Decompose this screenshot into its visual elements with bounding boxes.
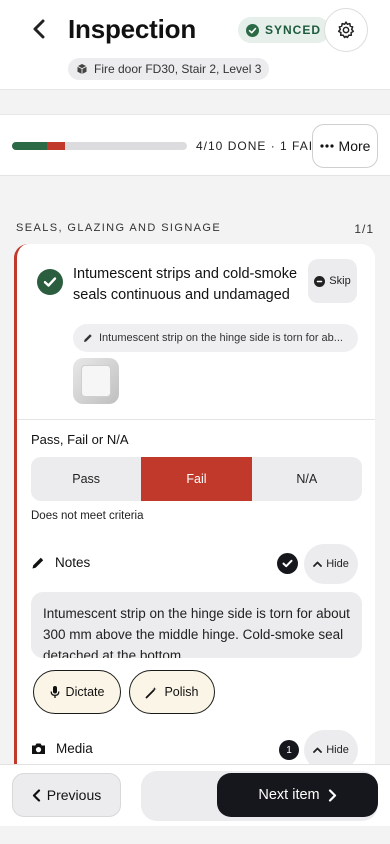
pass-option[interactable]: Pass <box>31 457 141 501</box>
thumbnail-image <box>81 365 111 397</box>
skip-button[interactable]: Skip <box>308 259 357 303</box>
footer-nav: Previous Next item <box>0 764 390 826</box>
dictate-label: Dictate <box>65 685 105 699</box>
pencil-icon <box>84 334 92 342</box>
microphone-icon <box>50 686 59 698</box>
progress-summary: 4/10 DONE · 1 FAIL <box>196 139 321 153</box>
pencil-icon <box>32 557 44 568</box>
back-button[interactable] <box>26 16 52 42</box>
notes-hide-button[interactable]: Hide <box>304 544 358 584</box>
progress-fail-fill <box>47 142 65 150</box>
chevron-left-icon <box>32 788 40 802</box>
magic-wand-icon <box>146 686 158 698</box>
notes-label: Notes <box>55 555 91 570</box>
criteria-text: Does not meet criteria <box>31 510 144 522</box>
ellipsis-icon <box>319 144 334 148</box>
skip-label: Skip <box>329 275 351 287</box>
item-title: Intumescent strips and cold-smoke seals … <box>73 266 298 303</box>
header: Inspection SYNCED Fire door FD30, Stair … <box>0 0 390 90</box>
polish-button[interactable]: Polish <box>129 670 215 714</box>
notes-header: Notes Hide <box>31 544 362 584</box>
more-button[interactable]: More <box>312 124 378 168</box>
media-label: Media <box>56 741 93 756</box>
page-title: Inspection <box>68 14 197 44</box>
note-preview-chip[interactable]: Intumescent strip on the hinge side is t… <box>73 324 358 352</box>
previous-label: Previous <box>46 787 102 803</box>
settings-button[interactable] <box>324 8 368 52</box>
divider <box>17 419 375 420</box>
notes-title: Notes <box>31 555 90 570</box>
camera-icon <box>32 743 45 754</box>
more-label: More <box>338 138 371 154</box>
item-status-icon <box>37 269 63 295</box>
dictate-button[interactable]: Dictate <box>33 670 121 714</box>
chevron-right-icon <box>328 788 336 802</box>
inspection-item-card: Intumescent strips and cold-smoke seals … <box>14 244 375 784</box>
sync-status-badge: SYNCED <box>238 17 331 43</box>
notes-complete-icon <box>277 553 298 574</box>
notes-hide-label: Hide <box>326 558 349 570</box>
next-label: Next item <box>258 787 320 803</box>
polish-label: Polish <box>164 685 199 699</box>
section-title: SEALS, GLAZING AND SIGNAGE <box>16 222 222 234</box>
next-item-button[interactable]: Next item <box>217 773 378 817</box>
result-question: Pass, Fail or N/A <box>31 432 129 447</box>
fail-option[interactable]: Fail <box>141 457 252 501</box>
media-thumbnail[interactable] <box>73 358 119 404</box>
check-circle-icon <box>246 23 259 37</box>
chevron-left-icon <box>33 19 45 39</box>
progress-track <box>12 142 187 150</box>
media-title: Media <box>31 741 93 756</box>
chevron-up-icon <box>313 747 323 753</box>
media-hide-label: Hide <box>326 744 349 756</box>
gear-icon <box>337 21 355 39</box>
check-icon <box>43 277 57 287</box>
section-count: 1/1 <box>354 222 374 236</box>
result-segmented-control: Pass Fail N/A <box>31 457 362 501</box>
chevron-up-icon <box>313 561 323 567</box>
cube-icon <box>77 64 87 74</box>
check-icon <box>282 559 293 568</box>
na-option[interactable]: N/A <box>252 457 362 501</box>
context-text: Fire door FD30, Stair 2, Level 3 <box>94 62 262 76</box>
note-preview-text: Intumescent strip on the hinge side is t… <box>99 332 343 344</box>
sync-status-text: SYNCED <box>265 23 322 37</box>
previous-button[interactable]: Previous <box>12 773 121 817</box>
notes-textarea[interactable]: Intumescent strip on the hinge side is t… <box>31 592 362 658</box>
context-chip: Fire door FD30, Stair 2, Level 3 <box>68 58 270 80</box>
media-count-badge: 1 <box>279 740 299 760</box>
minus-circle-icon <box>314 275 326 287</box>
progress-bar-area: 4/10 DONE · 1 FAIL More <box>0 114 390 176</box>
